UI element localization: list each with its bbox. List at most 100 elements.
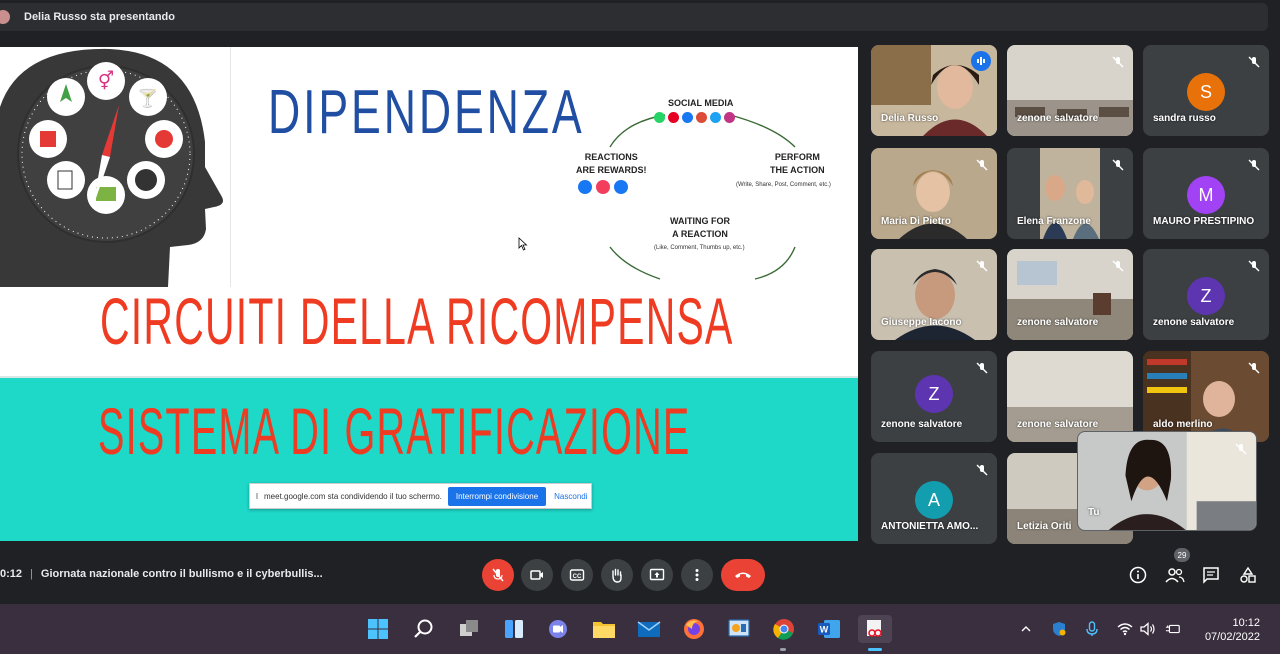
chrome-icon: [773, 619, 794, 640]
leave-call-button[interactable]: [721, 559, 765, 591]
mic-muted-icon: [1112, 260, 1124, 272]
shield-icon: [1053, 622, 1066, 636]
participant-name: MAURO PRESTIPINO: [1153, 216, 1255, 227]
windows-taskbar: W 10:12 07/02/2022: [0, 604, 1280, 654]
social-media-cycle-diagram: SOCIAL MEDIA PERFORM THE ACTION (Write, …: [570, 87, 850, 312]
cycle-bottom-line2: A REACTION: [672, 229, 728, 239]
participant-tile[interactable]: aldo merlino: [1143, 351, 1269, 442]
volume-tray-icon[interactable]: [1140, 621, 1156, 637]
start-button[interactable]: [364, 615, 392, 643]
word-icon: W: [818, 620, 840, 638]
meeting-info: 0:12 | Giornata nazionale contro il bullis…: [0, 568, 323, 580]
cycle-left-label: REACTIONS ARE REWARDS!: [576, 151, 647, 177]
teams-chat-button[interactable]: [544, 615, 572, 643]
widgets-icon: [505, 620, 523, 638]
participant-name: sandra russo: [1153, 113, 1216, 124]
wifi-icon: [1117, 623, 1133, 636]
battery-plug-icon: [1165, 624, 1180, 634]
mic-off-icon: [492, 568, 504, 582]
participant-name: zenone salvatore: [1153, 317, 1235, 328]
captions-button[interactable]: CC: [561, 559, 593, 591]
participants-button[interactable]: [1165, 565, 1185, 585]
battery-tray-icon[interactable]: [1165, 621, 1181, 637]
task-view-button[interactable]: [455, 615, 483, 643]
slide-divider: [0, 376, 858, 378]
more-vert-icon: [695, 569, 699, 581]
participant-name: zenone salvatore: [881, 419, 963, 430]
mic-muted-icon: [1248, 56, 1260, 68]
activities-button[interactable]: [1238, 565, 1258, 585]
drag-handle-icon[interactable]: ‖: [250, 492, 264, 501]
microphone-tray-icon[interactable]: [1084, 621, 1100, 637]
widgets-button[interactable]: [500, 615, 528, 643]
cycle-right-label: PERFORM THE ACTION: [770, 151, 825, 177]
presenting-text: Delia Russo sta presentando: [24, 11, 175, 23]
mic-muted-icon: [1248, 260, 1260, 272]
self-view-tile[interactable]: Tu: [1077, 431, 1257, 531]
control-panel-icon: [728, 619, 750, 637]
participant-tile[interactable]: zenone salvatore: [1007, 249, 1133, 340]
social-icons: [654, 112, 735, 123]
mic-toggle-button[interactable]: [482, 559, 514, 591]
participant-tile[interactable]: Delia Russo: [871, 45, 997, 136]
screen-share-notification: ‖ meet.google.com sta condividendo il tu…: [249, 483, 592, 509]
participant-tile[interactable]: Z zenone salvatore: [1143, 249, 1269, 340]
presenting-bar: Delia Russo sta presentando: [0, 0, 1280, 34]
camera-toggle-button[interactable]: [521, 559, 553, 591]
share-notice-text: meet.google.com sta condividendo il tuo …: [264, 491, 442, 501]
more-options-button[interactable]: [681, 559, 713, 591]
meeting-details-button[interactable]: [1128, 565, 1148, 585]
firefox-icon: [684, 619, 704, 639]
participant-tile[interactable]: Elena Franzone: [1007, 148, 1133, 239]
hide-button[interactable]: Nascondi: [554, 492, 587, 501]
folder-icon: [593, 622, 615, 638]
clock-date: 07/02/2022: [1204, 631, 1260, 643]
cycle-left-line2: ARE REWARDS!: [576, 165, 647, 175]
mic-muted-icon: [1112, 159, 1124, 171]
task-view-icon: [460, 620, 478, 636]
chat-button[interactable]: [1201, 565, 1221, 585]
cycle-right-line1: PERFORM: [774, 152, 820, 162]
participant-name: ANTONIETTA AMO...: [881, 521, 979, 532]
speaker-icon: [1140, 622, 1155, 636]
info-icon: [1129, 566, 1147, 584]
mail-button[interactable]: [635, 615, 663, 643]
avatar: S: [1187, 73, 1225, 111]
participant-tile[interactable]: Giuseppe Iacono: [871, 249, 997, 340]
file-explorer-button[interactable]: [590, 615, 618, 643]
raise-hand-button[interactable]: [601, 559, 633, 591]
cycle-top-label: SOCIAL MEDIA: [668, 98, 734, 108]
tray-overflow-button[interactable]: [1018, 621, 1034, 637]
active-indicator: [868, 648, 882, 651]
participant-tile[interactable]: M MAURO PRESTIPINO: [1143, 148, 1269, 239]
mic-muted-icon: [1248, 159, 1260, 171]
firefox-button[interactable]: [680, 615, 708, 643]
chrome-button[interactable]: [770, 615, 798, 651]
participant-tile[interactable]: S sandra russo: [1143, 45, 1269, 136]
cycle-bottom-sub: (Like, Comment, Thumbs up, etc.): [654, 245, 745, 251]
participant-name: Giuseppe Iacono: [881, 317, 962, 328]
present-screen-button[interactable]: [641, 559, 673, 591]
mic-muted-icon: [976, 159, 988, 171]
snipping-tool-button[interactable]: [858, 615, 892, 651]
shapes-icon: [1240, 566, 1256, 583]
participant-name: Maria Di Pietro: [881, 216, 952, 227]
participant-tile[interactable]: zenone salvatore: [1007, 351, 1133, 442]
shared-screen: ⚥ 🍸 DIPENDENZA SOCIAL MEDIA PERFORM THE …: [0, 47, 858, 541]
taskbar-clock[interactable]: 10:12 07/02/2022: [1205, 616, 1260, 644]
participant-tile[interactable]: Maria Di Pietro: [871, 148, 997, 239]
windows-icon: [368, 619, 388, 639]
separator: |: [30, 568, 33, 580]
security-tray-icon[interactable]: [1051, 621, 1067, 637]
stop-sharing-button[interactable]: Interrompi condivisione: [447, 486, 547, 506]
clock-time: 10:12: [1232, 617, 1260, 629]
presenting-pill: Delia Russo sta presentando: [0, 3, 1268, 31]
word-button[interactable]: W: [815, 615, 843, 643]
participant-tile[interactable]: zenone salvatore: [1007, 45, 1133, 136]
participant-tile[interactable]: A ANTONIETTA AMO...: [871, 453, 997, 544]
control-panel-button[interactable]: [725, 615, 753, 643]
wifi-tray-icon[interactable]: [1117, 621, 1133, 637]
mic-muted-icon: [1235, 443, 1247, 455]
participant-tile[interactable]: Z zenone salvatore: [871, 351, 997, 442]
taskbar-search[interactable]: [410, 615, 438, 643]
